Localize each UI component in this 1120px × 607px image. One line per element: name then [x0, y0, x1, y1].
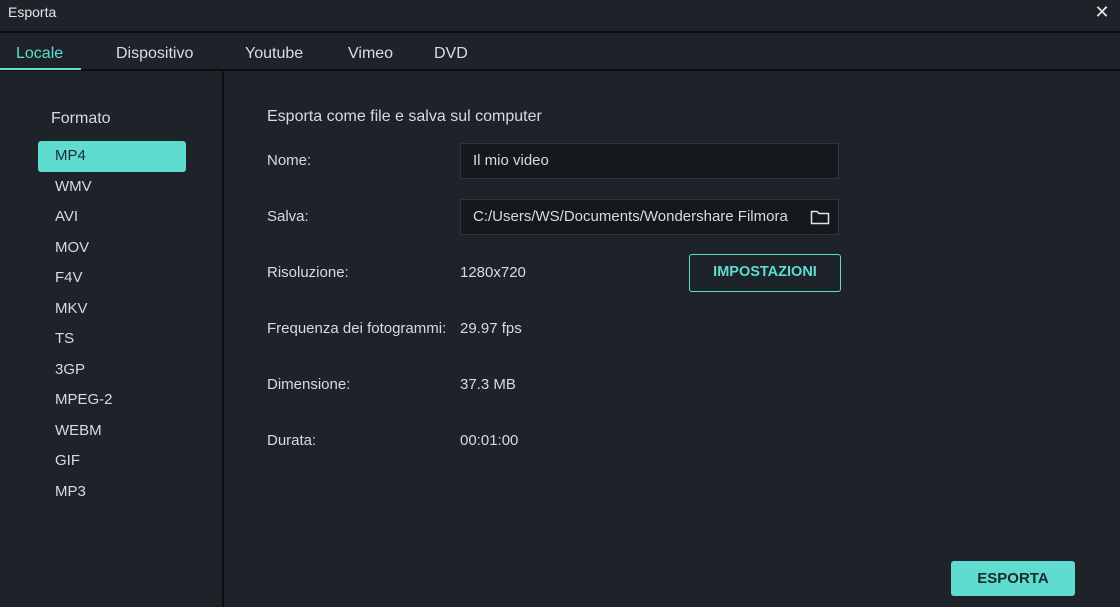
format-list: MP4 WMV AVI MOV F4V MKV TS 3GP MPEG-2 WE…: [38, 141, 186, 507]
close-icon[interactable]: ✕: [1092, 2, 1112, 22]
resolution-label: Risoluzione:: [267, 264, 349, 281]
size-value: 37.3 MB: [460, 376, 516, 393]
export-dialog: Esporta ✕ Locale Dispositivo Youtube Vim…: [0, 0, 1120, 607]
tab-bar: Locale Dispositivo Youtube Vimeo DVD: [0, 33, 1120, 71]
format-sidebar: Formato MP4 WMV AVI MOV F4V MKV TS 3GP M…: [0, 71, 224, 607]
framerate-label: Frequenza dei fotogrammi:: [267, 320, 445, 337]
format-item-ts[interactable]: TS: [38, 324, 186, 355]
format-item-webm[interactable]: WEBM: [38, 416, 186, 447]
format-item-3gp[interactable]: 3GP: [38, 355, 186, 386]
name-input[interactable]: [473, 152, 803, 169]
format-item-avi[interactable]: AVI: [38, 202, 186, 233]
format-item-mpeg2[interactable]: MPEG-2: [38, 385, 186, 416]
save-path-input[interactable]: [473, 208, 803, 225]
format-item-f4v[interactable]: F4V: [38, 263, 186, 294]
tab-dispositivo[interactable]: Dispositivo: [116, 45, 193, 63]
folder-icon[interactable]: [810, 209, 830, 225]
size-label: Dimensione:: [267, 376, 351, 393]
resolution-value: 1280x720: [460, 264, 526, 281]
name-label: Nome:: [267, 152, 312, 169]
title-bar: Esporta ✕: [0, 0, 1120, 33]
format-item-mov[interactable]: MOV: [38, 233, 186, 264]
tab-vimeo[interactable]: Vimeo: [348, 45, 393, 63]
format-label: Formato: [51, 110, 111, 127]
tab-youtube[interactable]: Youtube: [245, 45, 303, 63]
format-item-mp4[interactable]: MP4: [38, 141, 186, 172]
duration-value: 00:01:00: [460, 432, 519, 449]
panel-heading: Esporta come file e salva sul computer: [267, 108, 542, 125]
format-item-wmv[interactable]: WMV: [38, 172, 186, 203]
tab-locale[interactable]: Locale: [16, 45, 63, 63]
format-item-mp3[interactable]: MP3: [38, 477, 186, 508]
save-label: Salva:: [267, 208, 309, 225]
format-item-mkv[interactable]: MKV: [38, 294, 186, 325]
settings-button[interactable]: IMPOSTAZIONI: [689, 254, 841, 292]
active-tab-indicator: [0, 68, 81, 70]
duration-label: Durata:: [267, 432, 317, 449]
format-item-gif[interactable]: GIF: [38, 446, 186, 477]
framerate-value: 29.97 fps: [460, 320, 522, 337]
export-button[interactable]: ESPORTA: [951, 561, 1075, 596]
window-title: Esporta: [8, 4, 57, 20]
export-settings-panel: Esporta come file e salva sul computer N…: [224, 71, 1120, 607]
save-path-field[interactable]: [460, 199, 839, 235]
name-field[interactable]: [460, 143, 839, 179]
tab-dvd[interactable]: DVD: [434, 45, 468, 63]
